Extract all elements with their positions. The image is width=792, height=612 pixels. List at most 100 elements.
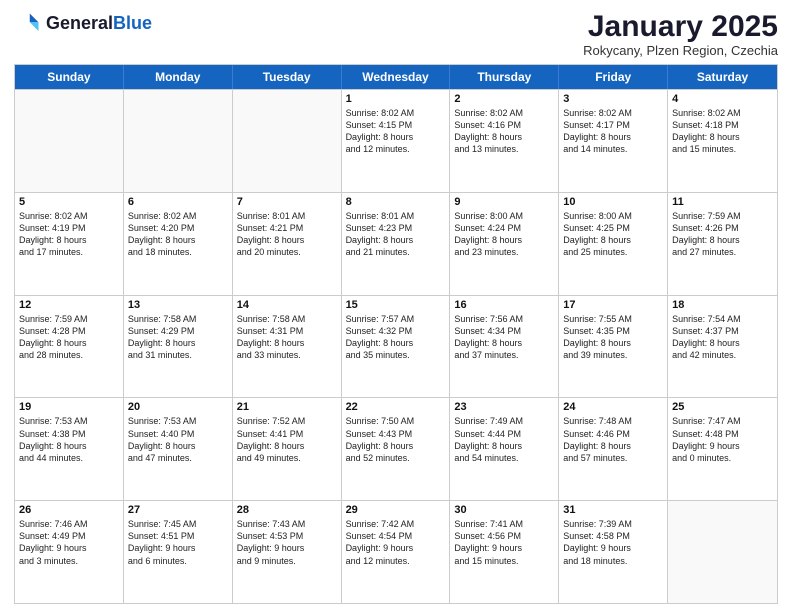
day-number: 1 xyxy=(346,93,446,105)
calendar-week-3: 12Sunrise: 7:59 AM Sunset: 4:28 PM Dayli… xyxy=(15,295,777,398)
day-number: 8 xyxy=(346,196,446,208)
calendar-day-1: 1Sunrise: 8:02 AM Sunset: 4:15 PM Daylig… xyxy=(342,90,451,192)
calendar-day-29: 29 Sunrise: 7:42 AM Sunset: 4:54 PM Dayli… xyxy=(342,501,451,603)
day-info: Sunrise: 7:42 AM Sunset: 4:54 PM Dayligh… xyxy=(346,518,446,567)
day-number: 3 xyxy=(563,93,663,105)
day-info: Sunrise: 7:59 AM Sunset: 4:26 PM Dayligh… xyxy=(672,210,773,259)
day-number: 30 xyxy=(454,504,554,516)
day-info: Sunrise: 7:58 AM Sunset: 4:31 PM Dayligh… xyxy=(237,313,337,362)
day-info: Sunrise: 7:50 AM Sunset: 4:43 PM Dayligh… xyxy=(346,415,446,464)
calendar-day-20: 20 Sunrise: 7:53 AM Sunset: 4:40 PM Dayli… xyxy=(124,398,233,500)
title-block: January 2025 Rokycany, Plzen Region, Cze… xyxy=(583,10,778,58)
day-info: Sunrise: 7:57 AM Sunset: 4:32 PM Dayligh… xyxy=(346,313,446,362)
header-day-monday: Monday xyxy=(124,65,233,89)
day-number: 2 xyxy=(454,93,554,105)
calendar-week-2: 5 Sunrise: 8:02 AM Sunset: 4:19 PM Daylig… xyxy=(15,192,777,295)
calendar-day-21: 21Sunrise: 7:52 AM Sunset: 4:41 PM Dayli… xyxy=(233,398,342,500)
page: GeneralBlue January 2025 Rokycany, Plzen… xyxy=(0,0,792,612)
calendar-day-23: 23 Sunrise: 7:49 AM Sunset: 4:44 PM Dayli… xyxy=(450,398,559,500)
day-number: 31 xyxy=(563,504,663,516)
calendar-day-4: 4 Sunrise: 8:02 AM Sunset: 4:18 PM Daylig… xyxy=(668,90,777,192)
day-number: 20 xyxy=(128,401,228,413)
calendar-day-11: 11 Sunrise: 7:59 AM Sunset: 4:26 PM Dayli… xyxy=(668,193,777,295)
day-number: 7 xyxy=(237,196,337,208)
day-info: Sunrise: 7:41 AM Sunset: 4:56 PM Dayligh… xyxy=(454,518,554,567)
month-title: January 2025 xyxy=(583,10,778,43)
subtitle: Rokycany, Plzen Region, Czechia xyxy=(583,43,778,58)
calendar-day-13: 13 Sunrise: 7:58 AM Sunset: 4:29 PM Dayli… xyxy=(124,296,233,398)
calendar-day-empty xyxy=(668,501,777,603)
calendar-day-27: 27Sunrise: 7:45 AM Sunset: 4:51 PM Dayli… xyxy=(124,501,233,603)
day-info: Sunrise: 8:00 AM Sunset: 4:24 PM Dayligh… xyxy=(454,210,554,259)
header-day-friday: Friday xyxy=(559,65,668,89)
day-info: Sunrise: 8:01 AM Sunset: 4:21 PM Dayligh… xyxy=(237,210,337,259)
calendar-day-12: 12Sunrise: 7:59 AM Sunset: 4:28 PM Dayli… xyxy=(15,296,124,398)
day-number: 26 xyxy=(19,504,119,516)
day-info: Sunrise: 8:02 AM Sunset: 4:20 PM Dayligh… xyxy=(128,210,228,259)
calendar-day-15: 15 Sunrise: 7:57 AM Sunset: 4:32 PM Dayli… xyxy=(342,296,451,398)
day-info: Sunrise: 7:39 AM Sunset: 4:58 PM Dayligh… xyxy=(563,518,663,567)
day-number: 17 xyxy=(563,299,663,311)
calendar-day-10: 10 Sunrise: 8:00 AM Sunset: 4:25 PM Dayli… xyxy=(559,193,668,295)
day-number: 11 xyxy=(672,196,773,208)
day-number: 4 xyxy=(672,93,773,105)
calendar-day-25: 25Sunrise: 7:47 AM Sunset: 4:48 PM Dayli… xyxy=(668,398,777,500)
day-info: Sunrise: 8:02 AM Sunset: 4:18 PM Dayligh… xyxy=(672,107,773,156)
day-info: Sunrise: 7:59 AM Sunset: 4:28 PM Dayligh… xyxy=(19,313,119,362)
calendar-day-9: 9 Sunrise: 8:00 AM Sunset: 4:24 PM Daylig… xyxy=(450,193,559,295)
day-info: Sunrise: 7:49 AM Sunset: 4:44 PM Dayligh… xyxy=(454,415,554,464)
logo-line1: GeneralBlue xyxy=(46,14,152,34)
day-info: Sunrise: 8:02 AM Sunset: 4:16 PM Dayligh… xyxy=(454,107,554,156)
logo-icon xyxy=(14,10,42,38)
header-day-sunday: Sunday xyxy=(15,65,124,89)
header-day-thursday: Thursday xyxy=(450,65,559,89)
calendar-day-19: 19Sunrise: 7:53 AM Sunset: 4:38 PM Dayli… xyxy=(15,398,124,500)
calendar-day-6: 6 Sunrise: 8:02 AM Sunset: 4:20 PM Daylig… xyxy=(124,193,233,295)
day-number: 9 xyxy=(454,196,554,208)
calendar-day-7: 7 Sunrise: 8:01 AM Sunset: 4:21 PM Daylig… xyxy=(233,193,342,295)
day-number: 21 xyxy=(237,401,337,413)
day-info: Sunrise: 8:00 AM Sunset: 4:25 PM Dayligh… xyxy=(563,210,663,259)
day-info: Sunrise: 7:58 AM Sunset: 4:29 PM Dayligh… xyxy=(128,313,228,362)
day-info: Sunrise: 8:02 AM Sunset: 4:17 PM Dayligh… xyxy=(563,107,663,156)
calendar-day-empty xyxy=(124,90,233,192)
day-number: 29 xyxy=(346,504,446,516)
calendar-day-28: 28Sunrise: 7:43 AM Sunset: 4:53 PM Dayli… xyxy=(233,501,342,603)
day-number: 27 xyxy=(128,504,228,516)
day-info: Sunrise: 7:54 AM Sunset: 4:37 PM Dayligh… xyxy=(672,313,773,362)
day-info: Sunrise: 7:53 AM Sunset: 4:38 PM Dayligh… xyxy=(19,415,119,464)
day-number: 25 xyxy=(672,401,773,413)
day-number: 23 xyxy=(454,401,554,413)
calendar-day-30: 30 Sunrise: 7:41 AM Sunset: 4:56 PM Dayli… xyxy=(450,501,559,603)
calendar-day-17: 17 Sunrise: 7:55 AM Sunset: 4:35 PM Dayli… xyxy=(559,296,668,398)
day-info: Sunrise: 7:46 AM Sunset: 4:49 PM Dayligh… xyxy=(19,518,119,567)
day-number: 22 xyxy=(346,401,446,413)
calendar-week-4: 19Sunrise: 7:53 AM Sunset: 4:38 PM Dayli… xyxy=(15,397,777,500)
header-day-tuesday: Tuesday xyxy=(233,65,342,89)
calendar-header: SundayMondayTuesdayWednesdayThursdayFrid… xyxy=(15,65,777,89)
day-number: 6 xyxy=(128,196,228,208)
calendar-day-empty xyxy=(233,90,342,192)
day-info: Sunrise: 7:48 AM Sunset: 4:46 PM Dayligh… xyxy=(563,415,663,464)
day-number: 18 xyxy=(672,299,773,311)
calendar-day-8: 8 Sunrise: 8:01 AM Sunset: 4:23 PM Daylig… xyxy=(342,193,451,295)
calendar-day-31: 31 Sunrise: 7:39 AM Sunset: 4:58 PM Dayli… xyxy=(559,501,668,603)
day-info: Sunrise: 7:53 AM Sunset: 4:40 PM Dayligh… xyxy=(128,415,228,464)
day-number: 5 xyxy=(19,196,119,208)
calendar-day-26: 26 Sunrise: 7:46 AM Sunset: 4:49 PM Dayli… xyxy=(15,501,124,603)
calendar-day-2: 2 Sunrise: 8:02 AM Sunset: 4:16 PM Daylig… xyxy=(450,90,559,192)
day-number: 14 xyxy=(237,299,337,311)
day-number: 13 xyxy=(128,299,228,311)
day-info: Sunrise: 7:55 AM Sunset: 4:35 PM Dayligh… xyxy=(563,313,663,362)
calendar-day-5: 5 Sunrise: 8:02 AM Sunset: 4:19 PM Daylig… xyxy=(15,193,124,295)
header-day-saturday: Saturday xyxy=(668,65,777,89)
day-number: 15 xyxy=(346,299,446,311)
day-number: 28 xyxy=(237,504,337,516)
day-number: 10 xyxy=(563,196,663,208)
calendar-day-14: 14 Sunrise: 7:58 AM Sunset: 4:31 PM Dayli… xyxy=(233,296,342,398)
calendar: SundayMondayTuesdayWednesdayThursdayFrid… xyxy=(14,64,778,604)
day-info: Sunrise: 8:01 AM Sunset: 4:23 PM Dayligh… xyxy=(346,210,446,259)
calendar-day-16: 16Sunrise: 7:56 AM Sunset: 4:34 PM Dayli… xyxy=(450,296,559,398)
day-info: Sunrise: 8:02 AM Sunset: 4:19 PM Dayligh… xyxy=(19,210,119,259)
day-info: Sunrise: 7:56 AM Sunset: 4:34 PM Dayligh… xyxy=(454,313,554,362)
